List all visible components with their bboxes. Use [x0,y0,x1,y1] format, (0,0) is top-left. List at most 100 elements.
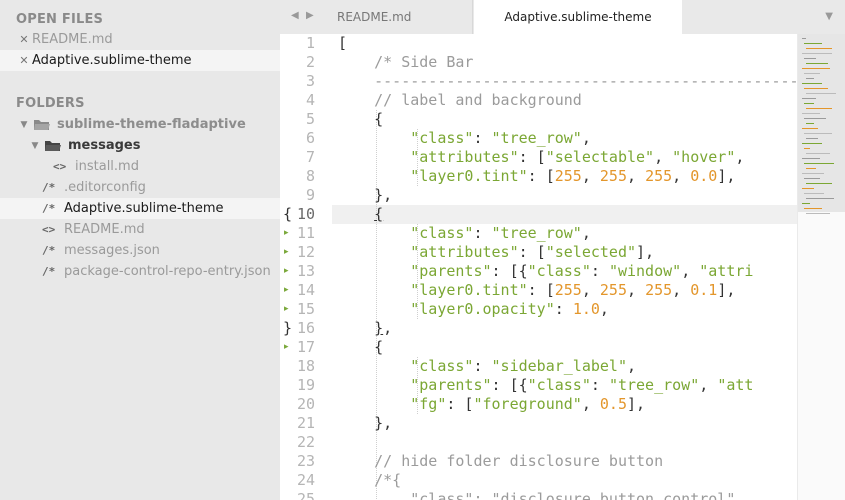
code-token: } [374,319,384,337]
code-token: ], [636,243,655,261]
code-line[interactable]: /*{ [338,471,401,490]
code-token: , [627,357,637,375]
fold-arrow-icon[interactable]: ▸ [284,243,289,262]
tab-bar: ◀ ▶ README.md Adaptive.sublime-theme ▼ [280,0,845,34]
code-token: : [473,129,492,147]
tab-scroll-left-icon[interactable]: ◀ [291,10,299,21]
code-editor[interactable]: 1 2 3 4 5 6 7 8 9 10 11 12 13 14 15 16 17 18 19 20 21 22 23 24 2… [280,34,797,500]
line-number: 3 [305,72,315,90]
chevron-down-icon[interactable]: ▼ [18,120,30,130]
tab-scroll-right-icon[interactable]: ▶ [306,10,314,21]
code-line[interactable]: "layer0.opacity": 1.0, [338,300,609,319]
file-install-md[interactable]: <> install.md [0,156,280,177]
close-icon[interactable]: ✕ [16,54,32,67]
minimap[interactable] [797,34,845,500]
minimap-line [804,43,822,44]
code-line[interactable]: ----------------------------------------… [338,72,797,91]
number-token: 0.1 [690,281,718,299]
line-number: 25 [296,490,315,500]
code-token: , [681,262,700,280]
file-readme[interactable]: <> README.md [0,219,280,240]
tab-readme[interactable]: README.md [325,0,473,34]
code-line[interactable]: }, [338,186,392,205]
code-line[interactable]: // label and background [338,91,582,110]
minimap-line [806,48,832,49]
code-line[interactable]: { [338,205,383,224]
folder-messages[interactable]: ▼ messages [0,135,280,156]
number-token: 255 [599,281,627,299]
code-line[interactable]: "parents": [{"class": "tree_row", "att [338,376,753,395]
code-line[interactable]: "parents": [{"class": "window", "attri [338,262,753,281]
code-line[interactable]: "fg": ["foreground", 0.5], [338,395,645,414]
code-line[interactable]: "attributes": ["selectable", "hover", [338,148,744,167]
string-token: "tree_row" [491,129,582,147]
string-token: "fg" [410,395,447,413]
chevron-down-icon[interactable]: ▼ [29,141,41,151]
fold-arrow-icon[interactable]: ▸ [284,300,289,319]
line-number: 23 [296,452,315,470]
code-line[interactable]: "layer0.tint": [255, 255, 255, 0.1], [338,281,735,300]
fold-arrow-icon[interactable]: ▸ [284,281,289,300]
code-line[interactable]: "class": "sidebar_label", [338,357,636,376]
open-file-readme[interactable]: ✕ README.md [0,29,280,50]
line-number: 5 [305,110,315,128]
code-token: { [374,205,384,223]
code-line[interactable]: "class": "tree_row", [338,129,591,148]
code-line[interactable]: /* Side Bar [338,53,473,72]
code-token: , [581,129,591,147]
string-token: "tree_row" [608,376,700,394]
minimap-line [802,143,822,144]
code-token: , [581,167,600,185]
string-token: "layer0.tint" [410,281,528,299]
minimap-line [806,168,816,169]
fold-arrow-icon[interactable]: ▸ [284,262,289,281]
code-token: , [735,148,745,166]
code-line[interactable]: [ [338,34,347,53]
minimap-line [802,203,810,204]
string-token: "layer0.opacity" [410,300,555,318]
fold-arrow-icon[interactable]: ▸ [284,224,289,243]
line-number-gutter: 1 2 3 4 5 6 7 8 9 10 11 12 13 14 15 16 17 18 19 20 21 22 23 24 2… [280,34,332,500]
string-token: "class" [410,224,474,242]
fold-arrow-icon[interactable]: ▸ [284,338,289,357]
close-icon[interactable]: ✕ [16,33,32,46]
line-number: 8 [305,167,315,185]
string-token: "sidebar_label" [491,357,627,375]
code-line[interactable]: { [338,110,383,129]
code-line[interactable]: }, [338,319,392,338]
number-token: 0.0 [690,167,718,185]
file-package-control-repo-entry[interactable]: /* package-control-repo-entry.json [0,261,280,282]
file-messages-json[interactable]: /* messages.json [0,240,280,261]
minimap-line [806,183,832,184]
open-files-title: OPEN FILES [16,12,104,27]
minimap-line [802,158,820,159]
tab-adaptive-theme[interactable]: Adaptive.sublime-theme [474,0,682,34]
file-editorconfig[interactable]: /* .editorconfig [0,177,280,198]
minimap-line [804,208,822,209]
code-line[interactable]: // hide folder disclosure button [338,452,663,471]
code-token: ], [717,281,736,299]
code-line[interactable]: { [338,338,383,357]
minimap-line [802,98,816,99]
open-file-adaptive-theme[interactable]: ✕ Adaptive.sublime-theme [0,50,280,71]
file-adaptive-theme[interactable]: /* Adaptive.sublime-theme [0,198,280,219]
code-line[interactable]: "class": "disclosure_button_control", [338,490,744,500]
folder-sublime-theme-fladaptive[interactable]: ▼ sublime-theme-fladaptive [0,114,280,135]
code-line[interactable]: "class": "tree_row", [338,224,591,243]
code-line[interactable]: }, [338,414,392,433]
folder-label: messages [68,138,141,153]
code-line[interactable]: "attributes": ["selected"], [338,243,654,262]
minimap-line [802,38,806,39]
tab-label: Adaptive.sublime-theme [504,10,652,24]
tab-menu-chevron-down-icon[interactable]: ▼ [825,11,833,22]
code-line[interactable]: "layer0.tint": [255, 255, 255, 0.0], [338,167,735,186]
minimap-line [804,178,820,179]
file-label: Adaptive.sublime-theme [64,201,224,216]
number-token: 255 [645,281,673,299]
minimap-line [802,53,832,54]
